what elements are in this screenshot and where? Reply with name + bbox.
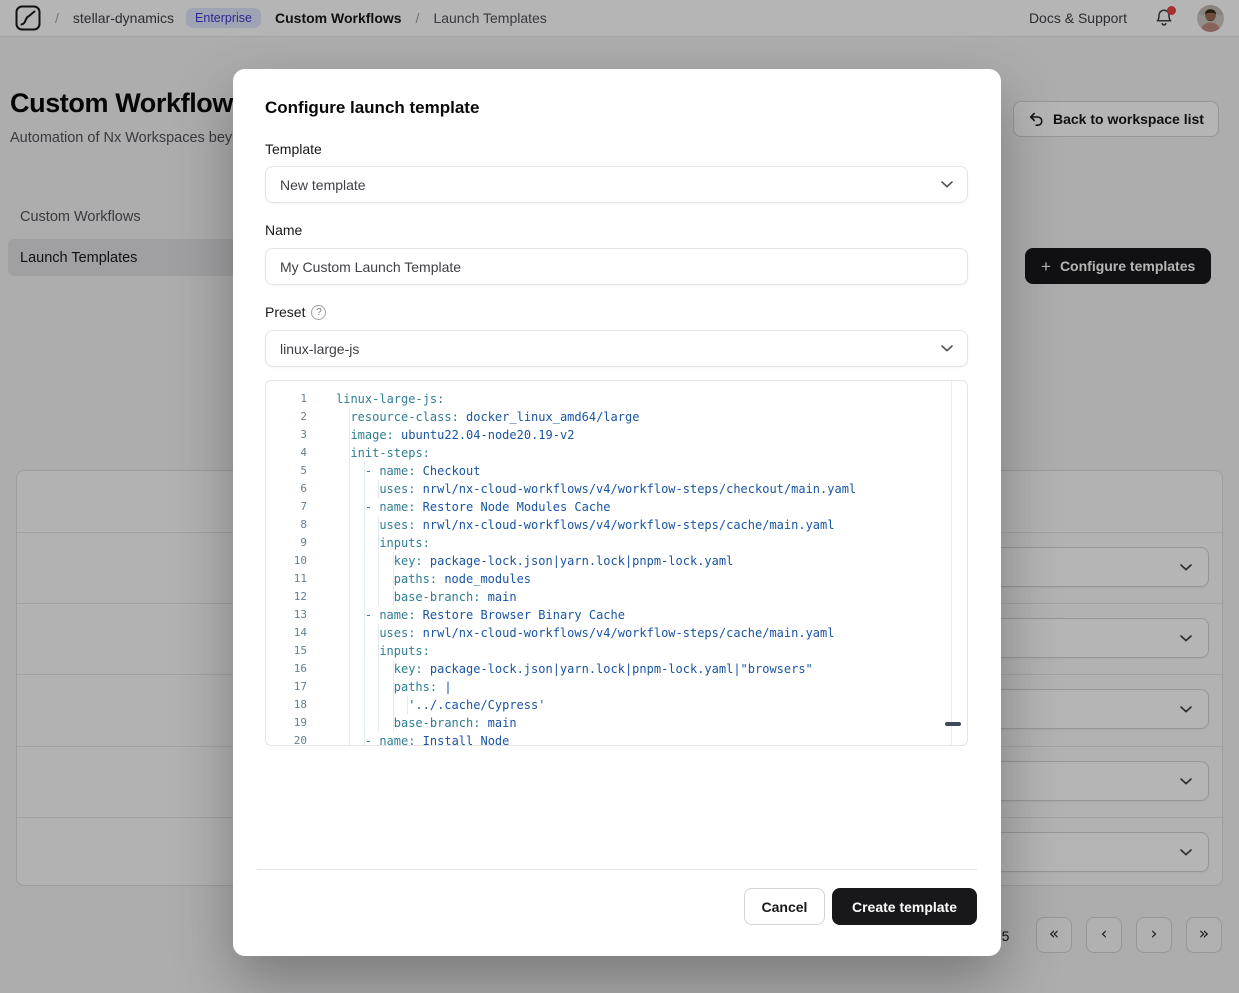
code-line: 20 - name: Install Node <box>266 732 967 746</box>
line-number: 11 <box>266 570 307 588</box>
code-text: resource-class: docker_linux_amd64/large <box>336 408 639 426</box>
line-number: 16 <box>266 660 307 678</box>
line-number: 18 <box>266 696 307 714</box>
line-number: 10 <box>266 552 307 570</box>
line-number: 6 <box>266 480 307 498</box>
code-line: 14 uses: nrwl/nx-cloud-workflows/v4/workf… <box>266 624 967 642</box>
preset-select[interactable]: linux-large-js <box>265 330 968 367</box>
code-text: - name: Restore Node Modules Cache <box>336 498 611 516</box>
code-text: init-steps: <box>336 444 430 462</box>
template-select[interactable]: New template <box>265 166 968 203</box>
code-line: 13 - name: Restore Browser Binary Cache <box>266 606 967 624</box>
code-text: linux-large-js: <box>336 390 444 408</box>
code-text: '../.cache/Cypress' <box>336 696 545 714</box>
template-label: Template <box>265 141 322 157</box>
code-line: 19 base-branch: main <box>266 714 967 732</box>
code-text: base-branch: main <box>336 714 517 732</box>
name-input-value: My Custom Launch Template <box>280 259 461 275</box>
line-number: 14 <box>266 624 307 642</box>
code-line: 10 key: package-lock.json|yarn.lock|pnpm-… <box>266 552 967 570</box>
code-line: 4 init-steps: <box>266 444 967 462</box>
line-number: 4 <box>266 444 307 462</box>
code-text: key: package-lock.json|yarn.lock|pnpm-lo… <box>336 552 733 570</box>
code-line: 12 base-branch: main <box>266 588 967 606</box>
code-text: inputs: <box>336 642 430 660</box>
code-text: uses: nrwl/nx-cloud-workflows/v4/workflo… <box>336 624 834 642</box>
editor-scrollbar-track <box>951 381 952 745</box>
line-number: 19 <box>266 714 307 732</box>
code-text: key: package-lock.json|yarn.lock|pnpm-lo… <box>336 660 813 678</box>
code-line: 5 - name: Checkout <box>266 462 967 480</box>
editor-scrollbar-thumb[interactable] <box>945 722 961 726</box>
line-number: 17 <box>266 678 307 696</box>
modal-title: Configure launch template <box>265 98 479 118</box>
code-line: 11 paths: node_modules <box>266 570 967 588</box>
line-number: 5 <box>266 462 307 480</box>
code-line: 15 inputs: <box>266 642 967 660</box>
yaml-editor[interactable]: 1 linux-large-js: 2 resource-class: docker_… <box>265 380 968 746</box>
code-text: - name: Restore Browser Binary Cache <box>336 606 625 624</box>
line-number: 15 <box>266 642 307 660</box>
code-line: 1 linux-large-js: <box>266 390 967 408</box>
code-line: 3 image: ubuntu22.04-node20.19-v2 <box>266 426 967 444</box>
line-number: 12 <box>266 588 307 606</box>
line-number: 8 <box>266 516 307 534</box>
code-line: 7 - name: Restore Node Modules Cache <box>266 498 967 516</box>
code-lines: 1 linux-large-js: 2 resource-class: docker_… <box>266 381 967 746</box>
footer-divider <box>257 869 977 870</box>
code-line: 6 uses: nrwl/nx-cloud-workflows/v4/workfl… <box>266 480 967 498</box>
line-number: 2 <box>266 408 307 426</box>
code-text: uses: nrwl/nx-cloud-workflows/v4/workflo… <box>336 516 834 534</box>
code-text: base-branch: main <box>336 588 517 606</box>
line-number: 7 <box>266 498 307 516</box>
template-select-value: New template <box>280 177 366 193</box>
line-number: 1 <box>266 390 307 408</box>
name-label: Name <box>265 222 302 238</box>
preset-label: Preset ? <box>265 304 326 320</box>
code-text: - name: Checkout <box>336 462 480 480</box>
create-template-button[interactable]: Create template <box>832 888 977 925</box>
code-line: 8 uses: nrwl/nx-cloud-workflows/v4/workfl… <box>266 516 967 534</box>
chevron-down-icon <box>941 345 953 352</box>
help-icon[interactable]: ? <box>311 305 326 320</box>
line-number: 13 <box>266 606 307 624</box>
code-text: uses: nrwl/nx-cloud-workflows/v4/workflo… <box>336 480 856 498</box>
line-number: 9 <box>266 534 307 552</box>
code-line: 16 key: package-lock.json|yarn.lock|pnpm-… <box>266 660 967 678</box>
line-number: 20 <box>266 732 307 746</box>
code-text: image: ubuntu22.04-node20.19-v2 <box>336 426 574 444</box>
code-text: paths: node_modules <box>336 570 531 588</box>
code-text: inputs: <box>336 534 430 552</box>
code-text: paths: | <box>336 678 452 696</box>
code-text: - name: Install Node <box>336 732 509 746</box>
code-line: 17 paths: | <box>266 678 967 696</box>
configure-launch-template-modal: Configure launch template Template New t… <box>233 69 1001 956</box>
preset-label-text: Preset <box>265 304 305 320</box>
code-line: 2 resource-class: docker_linux_amd64/larg… <box>266 408 967 426</box>
code-line: 18 '../.cache/Cypress' <box>266 696 967 714</box>
cancel-button[interactable]: Cancel <box>744 888 825 925</box>
name-input[interactable]: My Custom Launch Template <box>265 248 968 285</box>
preset-select-value: linux-large-js <box>280 341 359 357</box>
chevron-down-icon <box>941 181 953 188</box>
code-line: 9 inputs: <box>266 534 967 552</box>
line-number: 3 <box>266 426 307 444</box>
